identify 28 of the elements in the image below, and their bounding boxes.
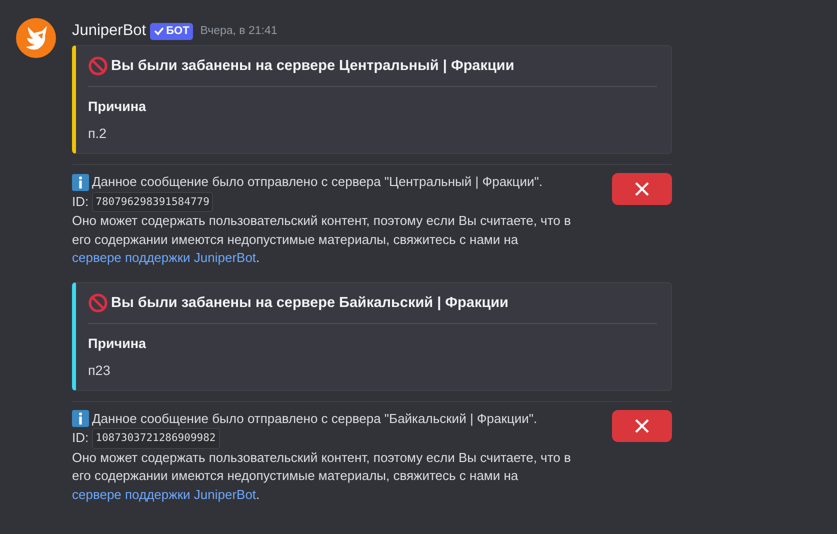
support-server-link[interactable]: сервере поддержки JuniperBot xyxy=(72,486,256,502)
message-timestamp: Вчера, в 21:41 xyxy=(200,25,278,37)
field-name: Причина xyxy=(88,99,148,114)
close-icon xyxy=(634,181,650,197)
notice-text: Данное сообщение было отправлено с сервера "Центральный | Фракции". xyxy=(92,173,542,191)
field-name: Причина xyxy=(88,336,148,350)
info-icon xyxy=(72,410,89,428)
id-label: ID: xyxy=(72,429,89,447)
id-code: 1087303721286909982 xyxy=(92,428,220,448)
author-name[interactable]: JuniperBot xyxy=(72,22,146,40)
info-icon xyxy=(72,174,89,191)
support-server-link[interactable]: сервере поддержки JuniperBot xyxy=(72,250,256,265)
embed-title: Вы были забанены на сервере Центральный | Фракции xyxy=(111,58,514,74)
notice-text: Данное сообщение было отправлено с сервера "Байкальский | Фракции". xyxy=(92,410,538,428)
notice-paragraph: Оно может содержать пользовательский контент, поэтому если Вы считаете, что в его содержании имеются недопустимые материалы, свяжитесь с нами на сервере поддержки JuniperBot. xyxy=(72,212,572,267)
prohibited-icon xyxy=(88,56,108,76)
bot-badge: БОТ xyxy=(150,22,194,40)
checkmark-icon xyxy=(154,26,164,36)
embed-title: Вы были забанены на сервере Байкальский | Фракции xyxy=(111,294,508,310)
close-icon xyxy=(634,418,650,434)
id-label: ID: xyxy=(72,192,89,210)
id-code: 780796298391584779 xyxy=(92,192,214,212)
field-value: п23 xyxy=(88,362,112,378)
notice-paragraph: Оно может содержать пользовательский контент, поэтому если Вы считаете, что в его содержании имеются недопустимые материалы, свяжитесь с нами на сервере поддержки JuniperBot. xyxy=(72,448,572,504)
fox-avatar-icon xyxy=(16,18,56,58)
field-value: п.2 xyxy=(88,126,108,141)
close-button[interactable] xyxy=(612,410,672,442)
prohibited-icon xyxy=(88,292,108,312)
